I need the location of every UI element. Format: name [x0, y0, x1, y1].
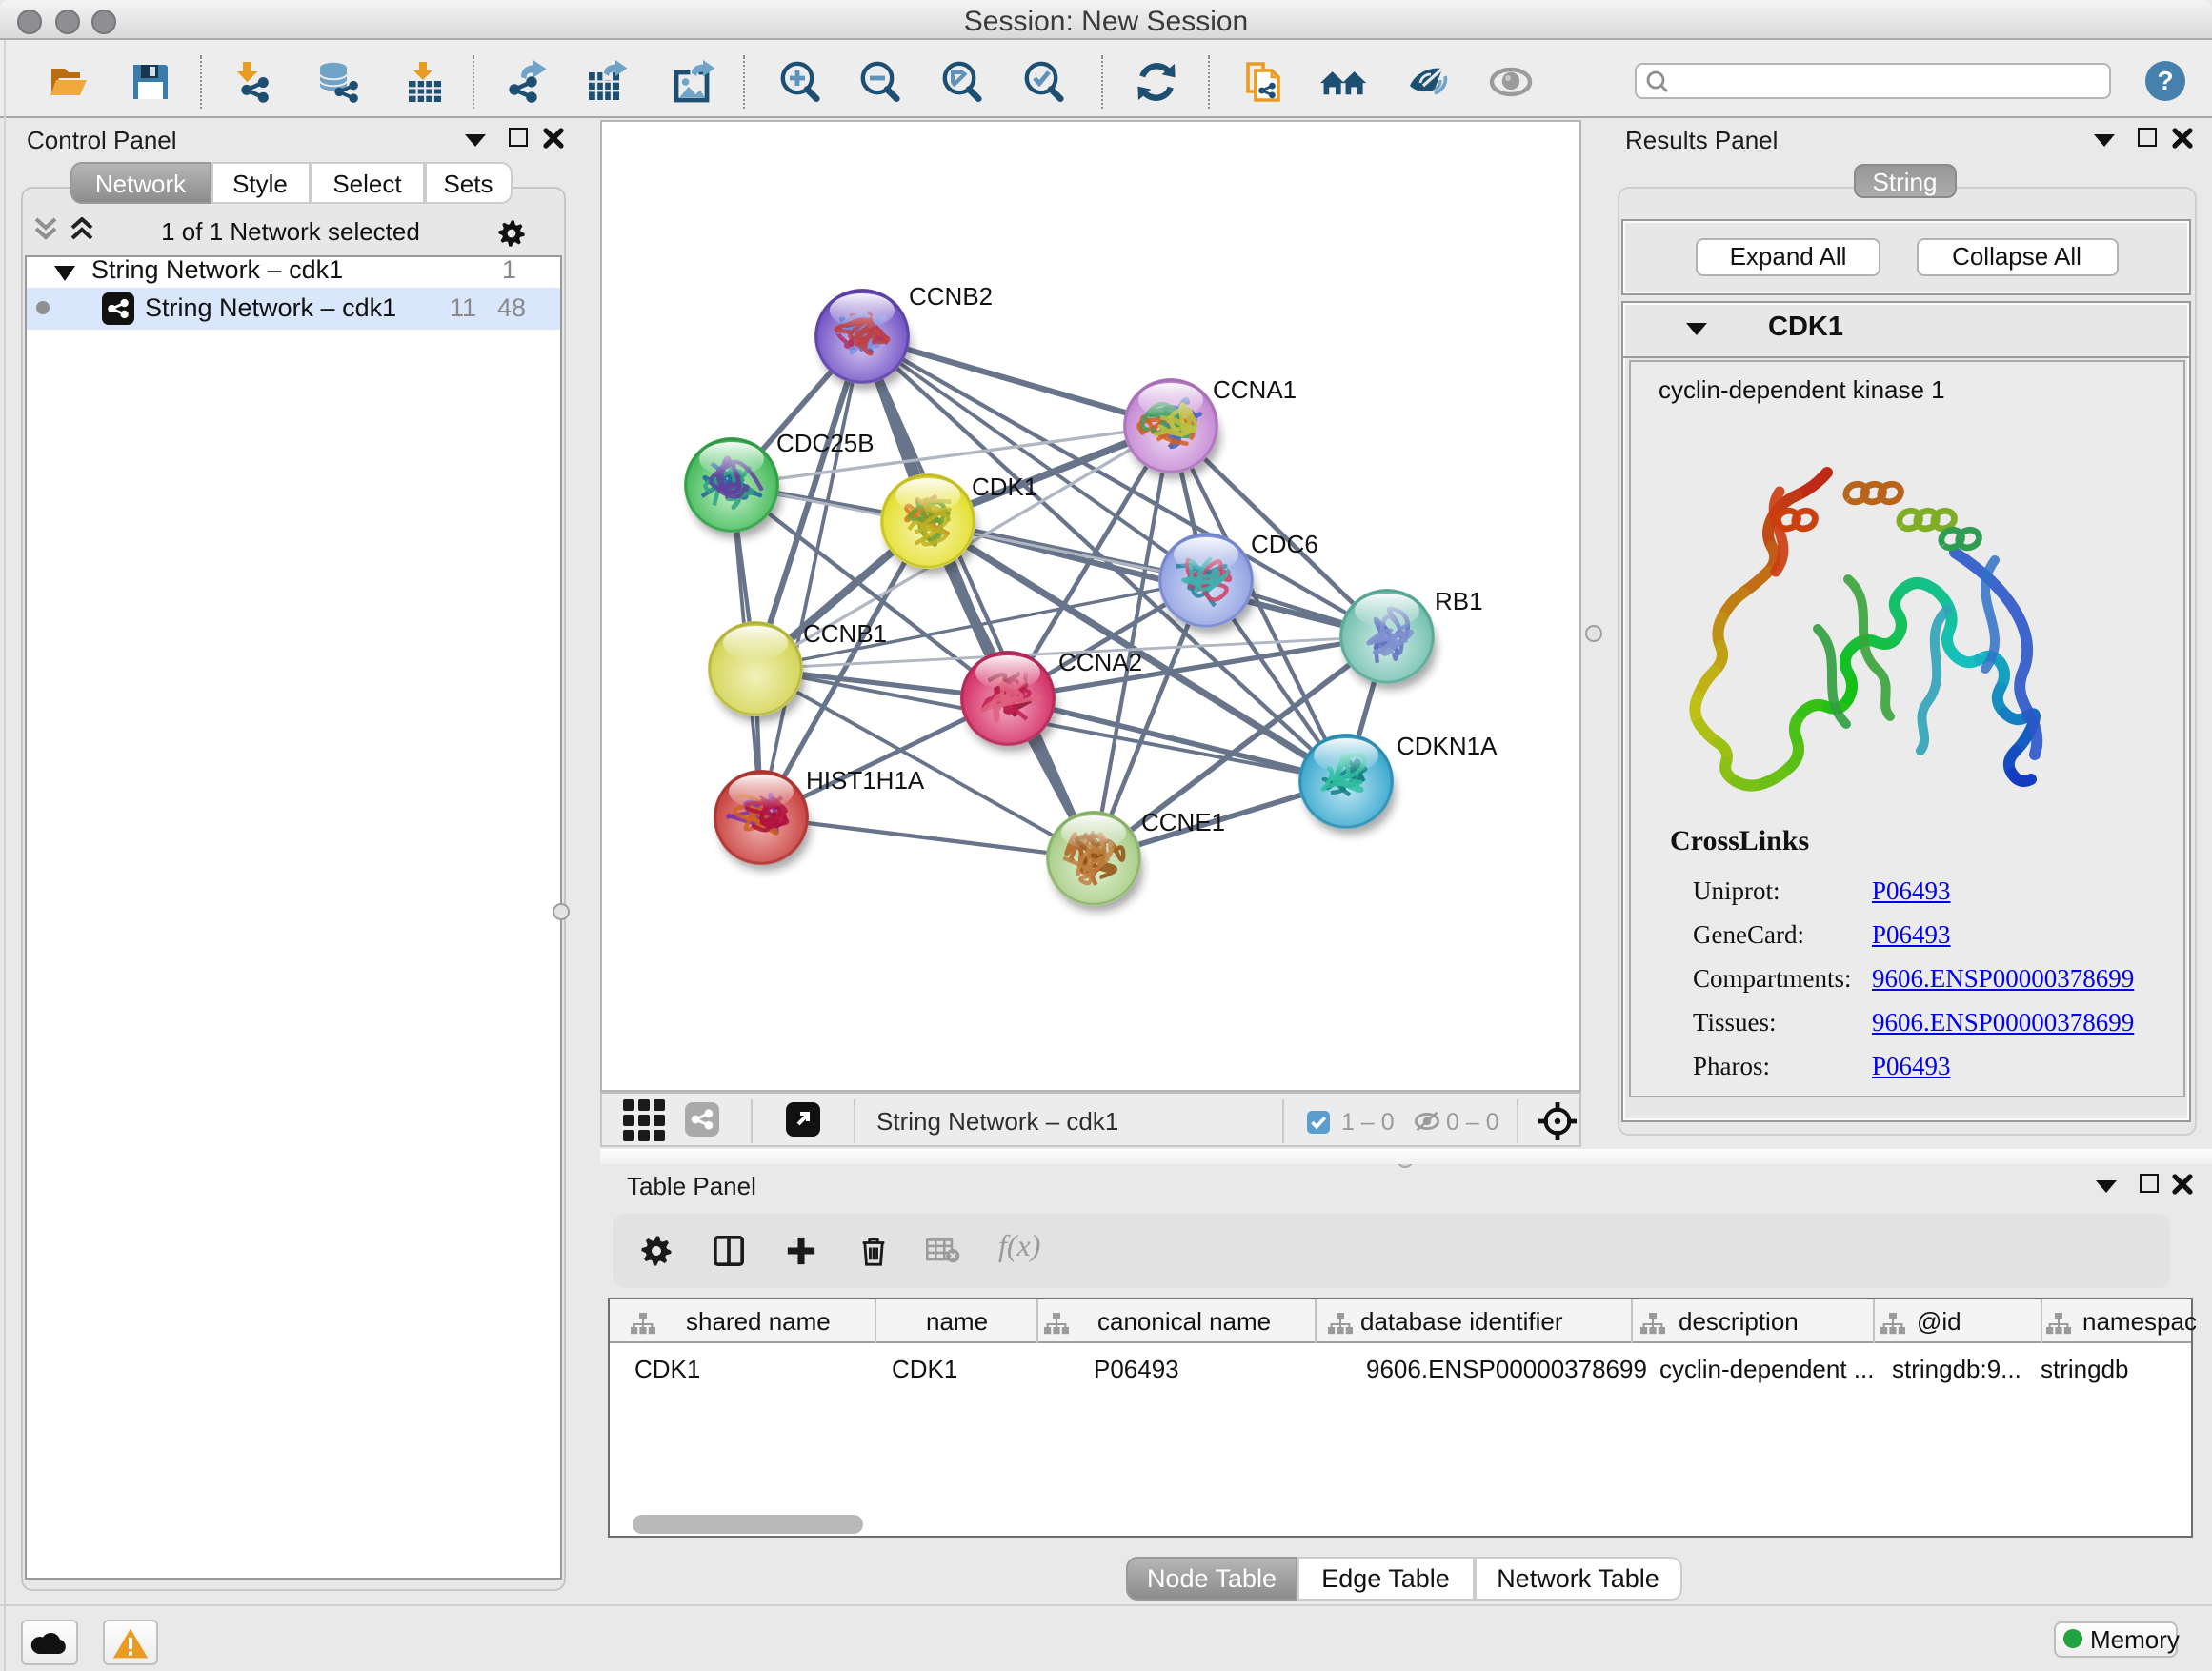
svg-text:CCNB2: CCNB2	[909, 282, 993, 311]
svg-text:CCNB1: CCNB1	[803, 619, 887, 648]
svg-text:CCNA2: CCNA2	[1058, 648, 1142, 676]
svg-text:HIST1H1A: HIST1H1A	[806, 766, 925, 795]
svg-text:CDC25B: CDC25B	[776, 429, 875, 457]
svg-text:CCNA1: CCNA1	[1213, 375, 1297, 404]
svg-text:RB1: RB1	[1435, 587, 1483, 615]
svg-text:CDKN1A: CDKN1A	[1397, 732, 1498, 760]
svg-text:CDC6: CDC6	[1251, 530, 1318, 558]
svg-text:CDK1: CDK1	[972, 473, 1037, 501]
svg-text:CCNE1: CCNE1	[1141, 808, 1225, 836]
